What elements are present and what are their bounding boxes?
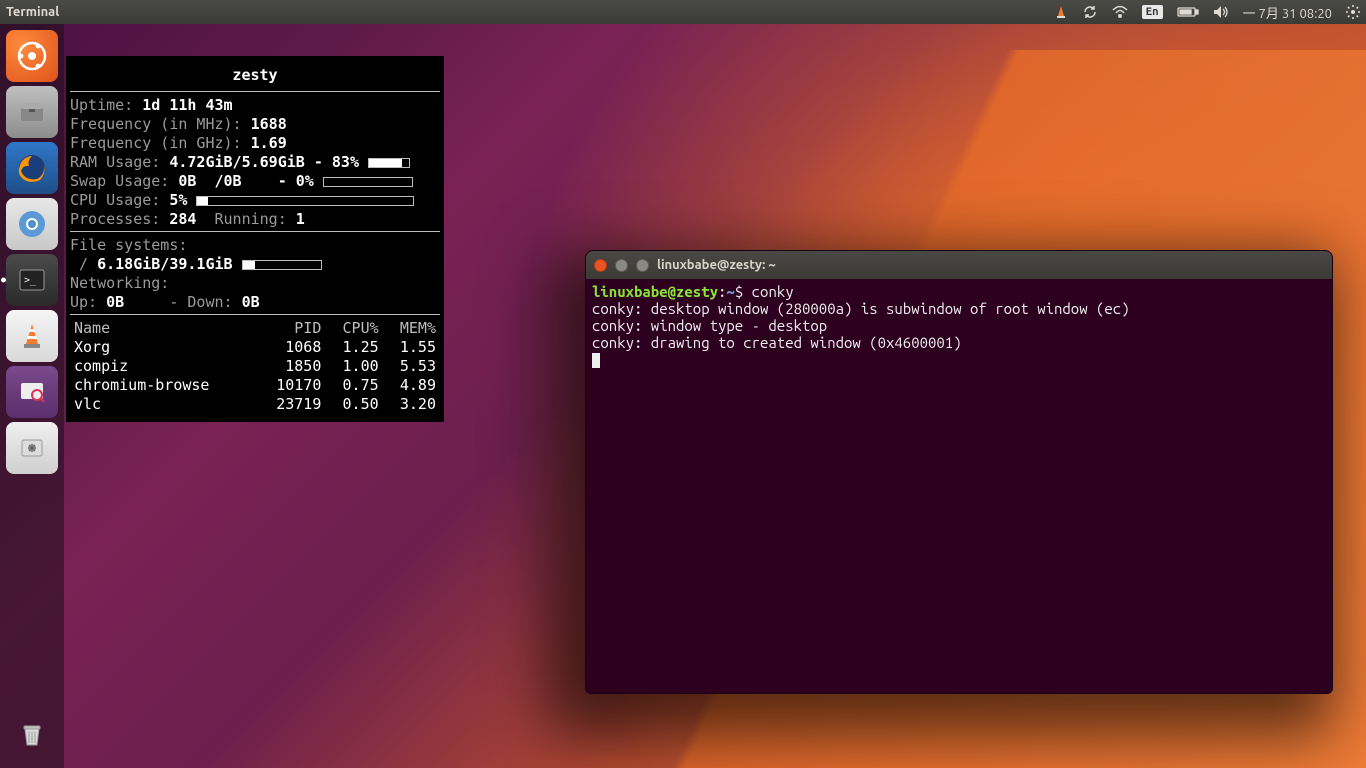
- volume-icon[interactable]: [1213, 5, 1229, 19]
- window-minimize-button[interactable]: [615, 259, 628, 272]
- proc-row: Xorg10681.251.55: [70, 338, 440, 357]
- terminal-window[interactable]: linuxbabe@zesty: ~ linuxbabe@zesty:~$ co…: [585, 250, 1333, 694]
- vlc-tray-icon[interactable]: [1054, 5, 1068, 19]
- conky-hostname: zesty: [70, 62, 440, 89]
- proc-row: compiz18501.005.53: [70, 357, 440, 376]
- conky-process-table: NamePIDCPU%MEM% Xorg10681.251.55compiz18…: [70, 319, 440, 414]
- launcher-terminal[interactable]: >_: [6, 254, 58, 306]
- svg-text:>_: >_: [24, 275, 37, 286]
- unity-launcher: >_: [0, 24, 64, 768]
- launcher-dash[interactable]: [6, 30, 58, 82]
- system-tray: En 一 7月 31 08:20: [1054, 3, 1360, 22]
- keyboard-indicator[interactable]: En: [1142, 5, 1163, 19]
- terminal-title: linuxbabe@zesty: ~: [657, 258, 776, 272]
- conky-widget: zesty Uptime: 1d 11h 43m Frequency (in M…: [66, 56, 444, 422]
- top-panel: Terminal En 一 7月 31 08:20: [0, 0, 1366, 24]
- launcher-files[interactable]: [6, 86, 58, 138]
- clock[interactable]: 一 7月 31 08:20: [1243, 3, 1332, 22]
- launcher-firefox[interactable]: [6, 142, 58, 194]
- proc-row: vlc237190.503.20: [70, 395, 440, 414]
- proc-header: CPU%: [325, 319, 382, 338]
- launcher-removable-drive[interactable]: [6, 422, 58, 474]
- proc-header: PID: [256, 319, 325, 338]
- terminal-titlebar[interactable]: linuxbabe@zesty: ~: [586, 251, 1332, 279]
- proc-header: MEM%: [383, 319, 440, 338]
- window-close-button[interactable]: [594, 259, 607, 272]
- proc-row: chromium-browse101700.754.89: [70, 376, 440, 395]
- battery-icon[interactable]: [1177, 6, 1199, 18]
- launcher-image-viewer[interactable]: [6, 366, 58, 418]
- wifi-icon[interactable]: [1112, 5, 1128, 19]
- active-app-title: Terminal: [6, 5, 59, 19]
- session-gear-icon[interactable]: [1346, 5, 1360, 19]
- launcher-chromium[interactable]: [6, 198, 58, 250]
- window-maximize-button[interactable]: [636, 259, 649, 272]
- terminal-cursor: [592, 353, 600, 368]
- launcher-trash[interactable]: [6, 708, 58, 760]
- launcher-vlc[interactable]: [6, 310, 58, 362]
- terminal-body[interactable]: linuxbabe@zesty:~$ conky conky: desktop …: [586, 279, 1332, 693]
- sync-icon[interactable]: [1082, 4, 1098, 20]
- proc-header: Name: [70, 319, 256, 338]
